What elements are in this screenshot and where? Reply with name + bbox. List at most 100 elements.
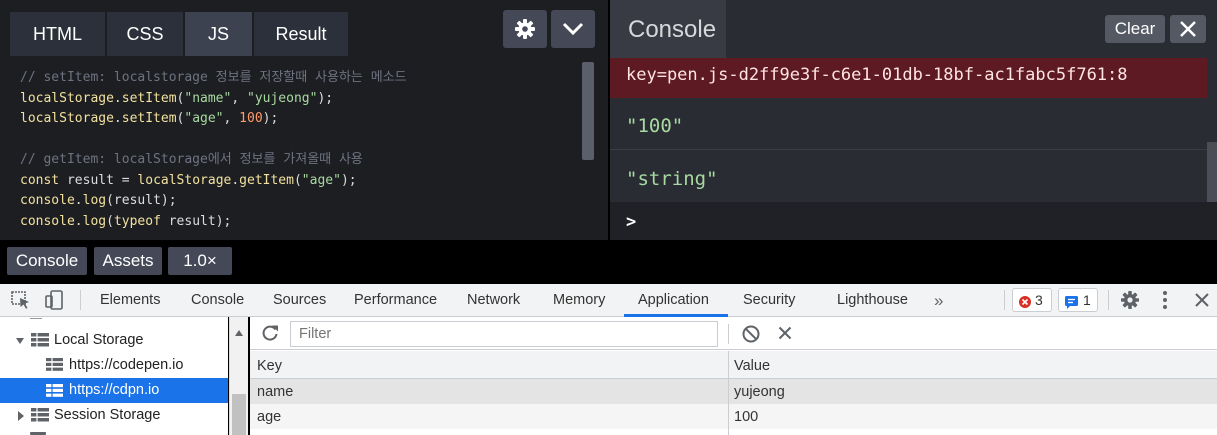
console-prompt: > xyxy=(626,212,637,232)
console-title: Console xyxy=(628,16,717,43)
code-token: log xyxy=(82,193,107,208)
refresh-button[interactable] xyxy=(260,323,280,348)
code-line[interactable]: localStorage.setItem("name", "yujeong"); xyxy=(20,89,333,109)
refresh-icon xyxy=(262,325,278,341)
sidebar-scroll-thumb[interactable] xyxy=(232,394,246,435)
close-devtools-button[interactable] xyxy=(1192,290,1212,315)
delete-selected-button[interactable] xyxy=(776,324,794,347)
code-token: "name" xyxy=(184,90,232,106)
message-icon xyxy=(1064,293,1079,315)
clear-button[interactable]: Clear xyxy=(1105,15,1165,43)
code-token: . xyxy=(113,111,122,126)
console-scrollbar[interactable] xyxy=(1207,142,1217,202)
code-token: result); xyxy=(160,213,232,229)
row-key[interactable]: name xyxy=(257,380,293,404)
tab-console[interactable]: Console xyxy=(191,284,244,317)
code-token: ( xyxy=(293,172,302,188)
error-count-badge[interactable]: 3 xyxy=(1012,288,1052,312)
code-token: . xyxy=(231,172,240,188)
storage-table-icon xyxy=(31,407,49,428)
code-token: setItem xyxy=(121,90,177,106)
tab-network[interactable]: Network xyxy=(467,284,520,317)
storage-table-icon xyxy=(46,383,63,403)
tab-sources[interactable]: Sources xyxy=(273,284,326,317)
code-token: ); xyxy=(317,90,334,106)
row-key[interactable]: age xyxy=(257,405,281,429)
column-header-key[interactable]: Key xyxy=(257,354,282,378)
expand-arrow-icon[interactable] xyxy=(14,334,26,352)
code-line[interactable]: // getItem: localStorage에서 정보를 가져올때 사용 xyxy=(20,150,363,170)
close-console-button[interactable] xyxy=(1170,15,1206,43)
block-icon xyxy=(742,325,760,343)
code-line[interactable]: console.log(result); xyxy=(20,191,177,211)
footer-assets-button[interactable]: Assets xyxy=(94,247,162,275)
code-line[interactable]: localStorage.setItem("age", 100); xyxy=(20,109,278,129)
code-token: . xyxy=(113,90,122,106)
row-value[interactable]: 100 xyxy=(734,405,758,429)
code-token: "age" xyxy=(184,111,224,126)
tab-security[interactable]: Security xyxy=(743,284,795,317)
sidebar-item-local-storage[interactable]: Local Storage xyxy=(54,328,143,352)
tab-lighthouse[interactable]: Lighthouse xyxy=(837,284,908,317)
storage-table-icon xyxy=(46,357,63,377)
column-header-value[interactable]: Value xyxy=(734,354,770,378)
code-token: (result); xyxy=(106,193,177,208)
filter-input[interactable] xyxy=(290,321,718,347)
code-token: localStorage xyxy=(20,111,114,126)
toolbar-divider xyxy=(728,324,729,344)
code-token: ); xyxy=(262,111,279,126)
tab-performance[interactable]: Performance xyxy=(354,284,437,317)
code-token: localStorage xyxy=(137,172,232,188)
code-token: 100 xyxy=(239,111,263,126)
gear-icon xyxy=(515,19,535,39)
code-token: getItem xyxy=(239,172,294,188)
scroll-up-arrow-icon[interactable] xyxy=(234,324,244,342)
tab-js[interactable]: JS xyxy=(185,12,252,56)
close-icon xyxy=(778,326,792,340)
console-error-line: key=pen.js-d2ff9e3f-c6e1-01db-18bf-ac1fa… xyxy=(610,58,1207,98)
toolbar-divider xyxy=(1108,290,1109,310)
sidebar-item-session-storage[interactable]: Session Storage xyxy=(54,403,160,427)
tab-result[interactable]: Result xyxy=(254,12,348,56)
customize-menu-button[interactable] xyxy=(1158,289,1172,316)
inspect-element-button[interactable] xyxy=(10,290,32,315)
console-input[interactable] xyxy=(610,202,1217,240)
settings-button[interactable] xyxy=(503,10,547,48)
tab-application[interactable]: Application xyxy=(638,284,709,317)
tab-elements[interactable]: Elements xyxy=(100,284,160,317)
device-toolbar-button[interactable] xyxy=(44,289,66,316)
editor-scrollbar[interactable] xyxy=(582,62,594,160)
tab-html[interactable]: HTML xyxy=(10,12,105,56)
sidebar-item-cdpn-origin[interactable]: https://cdpn.io xyxy=(69,378,159,402)
error-icon xyxy=(1018,293,1032,315)
clear-all-button[interactable] xyxy=(741,324,761,349)
code-line[interactable]: // setItem: localstorage 정보를 저장할때 사용하는 메… xyxy=(20,68,407,88)
code-token: localStorage xyxy=(20,90,114,106)
zoom-button[interactable]: 1.0× xyxy=(168,247,232,275)
code-token: . xyxy=(74,193,83,208)
tab-memory[interactable]: Memory xyxy=(553,284,605,317)
tree-connector xyxy=(30,318,42,319)
code-token: ( xyxy=(106,213,114,229)
code-token: // getItem: localStorage에서 정보를 가져올때 사용 xyxy=(20,152,363,167)
sidebar-item-codepen-origin[interactable]: https://codepen.io xyxy=(69,353,183,377)
code-token: ); xyxy=(340,172,357,188)
devtools-settings-button[interactable] xyxy=(1119,289,1141,316)
code-token: result = xyxy=(59,172,138,188)
code-token: "yujeong" xyxy=(247,90,318,106)
collapse-button[interactable] xyxy=(551,10,595,48)
code-token: , xyxy=(223,111,240,126)
tab-css[interactable]: CSS xyxy=(107,12,183,56)
device-icon xyxy=(45,290,63,310)
code-line[interactable]: const result = localStorage.getItem("age… xyxy=(20,171,357,191)
close-icon xyxy=(1180,21,1196,37)
collapsed-arrow-icon[interactable] xyxy=(16,409,26,427)
row-value[interactable]: yujeong xyxy=(734,380,785,404)
column-divider xyxy=(728,351,729,435)
message-count-badge[interactable]: 1 xyxy=(1058,288,1098,312)
footer-console-button[interactable]: Console xyxy=(7,247,87,275)
inspect-icon xyxy=(11,291,29,309)
code-line[interactable]: console.log(typeof result); xyxy=(20,212,231,232)
code-token: const xyxy=(20,172,60,188)
more-tabs-button[interactable]: » xyxy=(934,284,943,317)
